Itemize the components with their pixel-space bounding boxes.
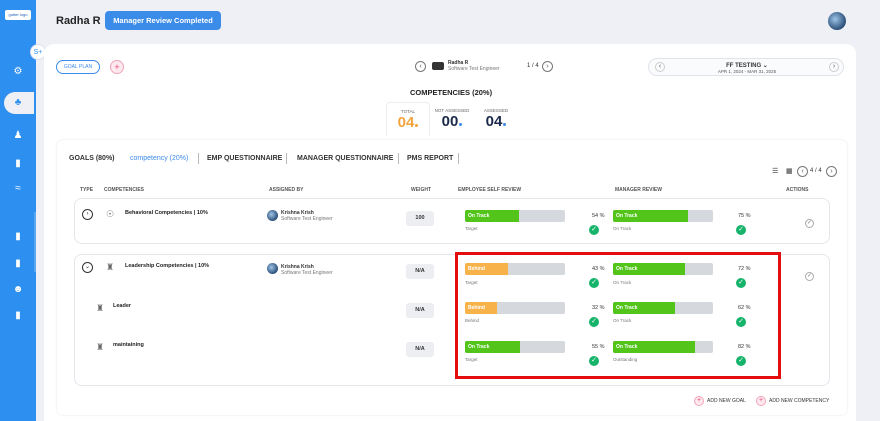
sub-competency-title: Leader	[113, 303, 132, 309]
grid-view-icon[interactable]: ▦	[786, 168, 793, 175]
check-icon: ✓	[589, 225, 599, 235]
weight-value: N/A	[406, 264, 434, 279]
employee-avatar	[432, 62, 444, 70]
logo: gutter logo	[5, 10, 31, 20]
sidebar: gutter logo ⚙ ♣ ♟ ▮ ≈ ▮ ▮ ☻ ▮	[0, 0, 36, 421]
competencies-summary-title: COMPETENCIES (20%)	[410, 88, 493, 97]
period-title: FF TESTING ⌄	[726, 63, 768, 69]
self-review-bar: On Track	[465, 210, 565, 222]
stat-assessed-value: 04	[474, 113, 518, 130]
next-page-button[interactable]: ›	[826, 166, 837, 177]
chart-icon[interactable]: ≈	[12, 183, 24, 195]
competency-title: Leadership Competencies | 10%	[125, 263, 210, 269]
tab-manager-questionnaire[interactable]: MANAGER QUESTIONNAIRE	[297, 155, 393, 162]
weight-value: N/A	[406, 303, 434, 318]
group-icon: ♜	[106, 262, 115, 272]
highlight-annotation	[455, 252, 781, 379]
manager-review-bar: On Track	[613, 210, 713, 222]
col-type: TYPE	[80, 187, 94, 193]
self-review-sublabel: Target	[465, 226, 478, 231]
collapse-icon[interactable]: ⌄	[82, 262, 93, 273]
tab-pms-report[interactable]: PMS REPORT	[407, 155, 453, 162]
employee-role: Software Test Engineer	[448, 66, 500, 72]
users-icon[interactable]: ☻	[12, 284, 24, 296]
prev-employee-button[interactable]: ‹	[415, 61, 426, 72]
next-period-button[interactable]: ›	[829, 62, 839, 72]
stat-not-assessed[interactable]: NOT ASSESSED 00	[430, 102, 474, 136]
assignee-role: Software Test Engineer	[281, 216, 333, 222]
tab-separator	[198, 153, 199, 164]
doc-icon[interactable]: ▮	[12, 258, 24, 270]
employee-pager: 1 / 4	[527, 63, 539, 69]
manager-review-percent: 75 %	[738, 213, 751, 219]
expand-icon[interactable]: ›	[82, 209, 93, 220]
period-selector[interactable]: ‹ FF TESTING ⌄ APR 1, 2024 - MAR 31, 202…	[648, 58, 844, 76]
add-new-competency-button[interactable]: ADD NEW COMPETENCY	[769, 398, 829, 404]
person-tree-icon[interactable]: ♟	[12, 130, 24, 142]
manager-review-sublabel: On Track	[613, 226, 632, 231]
stat-total-value: 04	[387, 114, 429, 131]
avatar[interactable]	[828, 12, 846, 30]
tab-goals[interactable]: GOALS (80%)	[69, 155, 115, 162]
avatar	[267, 210, 278, 221]
table-pager: 4 / 4	[810, 168, 822, 174]
doc-icon[interactable]: ▮	[12, 231, 24, 243]
sidebar-divider	[34, 212, 36, 272]
gear-icon[interactable]: ⚙	[12, 66, 24, 78]
action-icon[interactable]: ✓	[805, 219, 814, 228]
goal-plan-button[interactable]: GOAL PLAN	[56, 60, 100, 74]
check-icon: ✓	[736, 225, 746, 235]
doc-icon[interactable]: ▮	[12, 158, 24, 170]
manager-review-status: On Track	[616, 213, 638, 219]
prev-page-button[interactable]: ‹	[797, 166, 808, 177]
action-icon[interactable]: ✓	[805, 272, 814, 281]
self-review-status: On Track	[468, 213, 490, 219]
weight-value: 100	[406, 211, 434, 226]
tab-separator	[398, 153, 399, 164]
stat-assessed[interactable]: ASSESSED 04	[474, 102, 518, 136]
group-icon: ♜	[96, 342, 105, 352]
tab-competency[interactable]: competency (20%)	[130, 155, 188, 162]
next-employee-button[interactable]: ›	[542, 61, 553, 72]
competency-title: Behavioral Competencies | 10%	[125, 210, 208, 216]
sub-competency-title: maintaining	[113, 342, 144, 348]
list-view-icon[interactable]: ☰	[772, 168, 779, 175]
competency-card	[74, 198, 830, 244]
add-new-goal-button[interactable]: ADD NEW GOAL	[707, 398, 746, 404]
stat-total[interactable]: TOTAL 04	[386, 102, 430, 136]
col-assigned-by: ASSIGNED BY	[269, 187, 304, 193]
status-badge: Manager Review Completed	[105, 11, 221, 30]
tab-separator	[458, 153, 459, 164]
add-goal-icon[interactable]: +	[694, 396, 704, 406]
doc-icon[interactable]: ▮	[12, 310, 24, 322]
col-competencies: COMPETENCIES	[104, 187, 145, 193]
page-title: Radha R	[56, 15, 101, 27]
stat-not-assessed-value: 00	[430, 113, 474, 130]
brain-icon: ☉	[106, 209, 115, 219]
tab-emp-questionnaire[interactable]: EMP QUESTIONNAIRE	[207, 155, 282, 162]
people-icon[interactable]: ♣	[12, 97, 24, 109]
weight-value: N/A	[406, 342, 434, 357]
add-competency-icon[interactable]: +	[756, 396, 766, 406]
add-icon[interactable]: +	[110, 60, 124, 74]
self-review-percent: 54 %	[592, 213, 605, 219]
col-actions: ACTIONS	[786, 187, 809, 193]
group-icon: ♜	[96, 303, 105, 313]
assignee-role: Software Test Engineer	[281, 270, 333, 276]
col-self-review: EMPLOYEE SELF REVIEW	[458, 187, 522, 193]
period-range: APR 1, 2024 - MAR 31, 2025	[717, 69, 777, 74]
tab-separator	[286, 153, 287, 164]
col-weight: WEIGHT	[411, 187, 431, 193]
col-manager-review: MANAGER REVIEW	[615, 187, 662, 193]
avatar	[267, 263, 278, 274]
